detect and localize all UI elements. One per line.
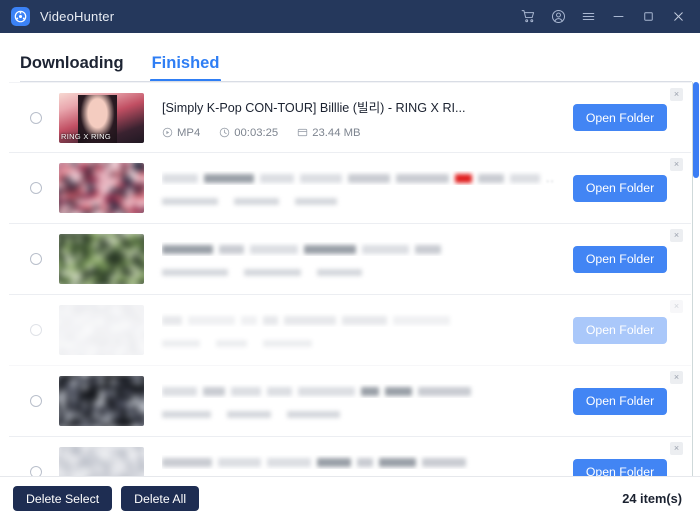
item-info bbox=[162, 455, 573, 476]
item-duration: 00:03:25 bbox=[219, 127, 278, 139]
close-icon[interactable] bbox=[670, 8, 687, 25]
item-select-radio[interactable] bbox=[30, 111, 42, 124]
item-select-radio[interactable] bbox=[30, 324, 42, 336]
cart-icon[interactable] bbox=[520, 8, 537, 25]
delete-all-button[interactable]: Delete All bbox=[121, 486, 200, 511]
title-bar: VideoHunter bbox=[0, 0, 700, 33]
download-list: RING X RING [Simply K-Pop CON-TOUR] Billl… bbox=[0, 82, 700, 476]
remove-item-icon[interactable]: × bbox=[670, 88, 683, 101]
open-folder-button[interactable]: Open Folder bbox=[573, 316, 667, 344]
item-meta bbox=[162, 198, 563, 205]
open-folder-button[interactable]: Open Folder bbox=[573, 245, 667, 273]
footer-bar: Delete Select Delete All 24 item(s) bbox=[0, 476, 700, 520]
minimize-icon[interactable] bbox=[610, 8, 627, 25]
item-info: [Simply K-Pop CON-TOUR] Billlie (빌리) - R… bbox=[162, 97, 573, 139]
item-thumbnail[interactable]: RING X RING bbox=[59, 92, 144, 143]
item-info bbox=[162, 313, 573, 347]
open-folder-button[interactable]: Open Folder bbox=[573, 174, 667, 202]
item-title bbox=[162, 384, 563, 398]
item-title bbox=[162, 313, 563, 327]
remove-item-icon[interactable]: × bbox=[670, 442, 683, 455]
delete-select-button[interactable]: Delete Select bbox=[13, 486, 113, 511]
item-size: 23.44 MB bbox=[297, 127, 361, 139]
videohunter-logo-icon bbox=[11, 7, 30, 26]
account-icon[interactable] bbox=[550, 8, 567, 25]
download-list-viewport: RING X RING [Simply K-Pop CON-TOUR] Billl… bbox=[0, 82, 700, 476]
item-select-radio[interactable] bbox=[30, 253, 42, 265]
item-meta: MP4 00:03:25 23.44 MB bbox=[162, 127, 563, 139]
open-folder-button[interactable]: Open Folder bbox=[573, 104, 667, 131]
item-title bbox=[162, 242, 563, 256]
window-controls bbox=[520, 8, 690, 25]
item-info bbox=[162, 384, 573, 418]
item-meta bbox=[162, 269, 563, 276]
list-scrollbar[interactable] bbox=[693, 82, 700, 476]
item-format: MP4 bbox=[162, 127, 200, 139]
item-thumbnail[interactable] bbox=[59, 234, 144, 284]
item-select-radio[interactable] bbox=[30, 182, 42, 194]
download-item-row[interactable]: Open Folder × bbox=[9, 295, 691, 366]
download-item-row[interactable]: Open Folder × bbox=[9, 224, 691, 295]
download-item-row[interactable]: Open Folder × bbox=[9, 437, 691, 476]
download-item-row[interactable]: RING X RING [Simply K-Pop CON-TOUR] Billl… bbox=[9, 82, 691, 153]
item-thumbnail[interactable] bbox=[59, 447, 144, 476]
remove-item-icon[interactable]: × bbox=[670, 158, 683, 171]
tab-bar: Downloading Finished bbox=[0, 33, 700, 82]
open-folder-button[interactable]: Open Folder bbox=[573, 387, 667, 415]
tab-finished[interactable]: Finished bbox=[149, 54, 222, 82]
maximize-icon[interactable] bbox=[640, 8, 657, 25]
item-info bbox=[162, 242, 573, 276]
item-meta bbox=[162, 411, 563, 418]
open-folder-button[interactable]: Open Folder bbox=[573, 458, 667, 476]
item-title: .. bbox=[162, 171, 563, 185]
item-thumbnail[interactable] bbox=[59, 163, 144, 213]
menu-icon[interactable] bbox=[580, 8, 597, 25]
tab-downloading[interactable]: Downloading bbox=[20, 54, 124, 82]
app-title: VideoHunter bbox=[40, 9, 115, 24]
item-select-radio[interactable] bbox=[30, 395, 42, 407]
item-title: [Simply K-Pop CON-TOUR] Billlie (빌리) - R… bbox=[162, 100, 466, 115]
remove-item-icon[interactable]: × bbox=[670, 229, 683, 242]
item-count-label: 24 item(s) bbox=[622, 491, 682, 506]
download-item-row[interactable]: .. Open Folder × bbox=[9, 153, 691, 224]
download-item-row[interactable]: Open Folder × bbox=[9, 366, 691, 437]
remove-item-icon[interactable]: × bbox=[670, 300, 683, 313]
item-meta bbox=[162, 340, 563, 347]
item-thumbnail[interactable] bbox=[59, 376, 144, 426]
videohunter-window: VideoHunter Downloading Finished RING X … bbox=[0, 0, 700, 520]
scrollbar-thumb[interactable] bbox=[693, 82, 699, 178]
item-thumbnail[interactable] bbox=[59, 305, 144, 355]
item-title bbox=[162, 455, 563, 469]
item-info: .. bbox=[162, 171, 573, 205]
item-select-radio[interactable] bbox=[30, 466, 42, 476]
remove-item-icon[interactable]: × bbox=[670, 371, 683, 384]
